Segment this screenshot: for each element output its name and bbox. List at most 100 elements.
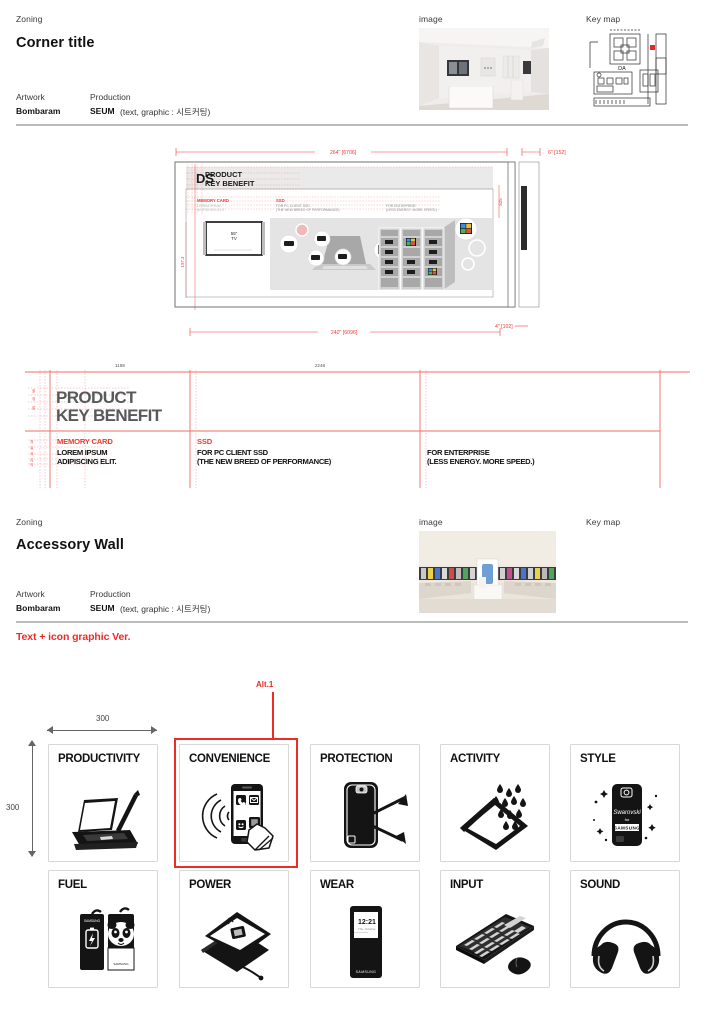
headphones-icon	[571, 897, 681, 987]
svg-text:18: 18	[30, 440, 34, 444]
svg-text:FOR PC CLIENT SSD: FOR PC CLIENT SSD	[197, 448, 269, 457]
svg-text:SAMSUNG: SAMSUNG	[113, 962, 129, 966]
artwork-value: Bombaram	[16, 106, 61, 116]
height-dimension-arrow-bottom	[28, 851, 36, 857]
width-dimension-arrow-left	[47, 726, 53, 734]
svg-text:264" [6706]: 264" [6706]	[330, 150, 357, 156]
header-divider-2	[16, 621, 688, 623]
svg-text:SSD: SSD	[197, 437, 213, 446]
svg-text:2248: 2248	[315, 363, 326, 368]
sheet-header-corner-title: Zoning Corner title image Key map Artwor…	[0, 0, 710, 126]
svg-text:SAMSUNG: SAMSUNG	[356, 970, 377, 974]
svg-text:for: for	[625, 817, 630, 822]
svg-text:MEMORY CARD: MEMORY CARD	[57, 437, 113, 446]
production-label-2: Production	[90, 589, 131, 599]
section-title: Text + icon graphic Ver.	[16, 631, 131, 643]
production-value-2: SEUM	[90, 603, 115, 613]
svg-text:40: 40	[32, 397, 36, 401]
svg-text:1188: 1188	[115, 363, 125, 368]
card-protection[interactable]: PROTECTION	[310, 744, 420, 862]
accessory-wall-photo	[419, 531, 556, 613]
svg-text:20: 20	[30, 458, 34, 462]
waterproof-phone-drops-icon	[441, 771, 551, 861]
image-label: image	[419, 14, 443, 24]
svg-text:SSD: SSD	[276, 198, 285, 203]
svg-text:SAMSUNG: SAMSUNG	[614, 826, 640, 831]
svg-text:95: 95	[32, 389, 36, 393]
page-title-2: Accessory Wall	[16, 537, 125, 553]
alt-callout-label: Alt.1	[256, 680, 274, 689]
keymap-label-2: Key map	[586, 517, 621, 527]
svg-text:197.3: 197.3	[180, 256, 185, 268]
svg-text:40: 40	[30, 446, 34, 450]
typography-spec-band: 1188 2248 95 40 95 18 40 16 20 15 PRODUC…	[0, 358, 710, 493]
card-label: CONVENIENCE	[189, 753, 271, 765]
zoning-photo	[419, 28, 549, 110]
card-label: ACTIVITY	[450, 753, 500, 765]
svg-text:12:21: 12:21	[358, 919, 376, 926]
keymap-da-label: DA	[618, 66, 626, 72]
battery-pack-panda-icon: SAMSUNG SAMSUNG	[49, 897, 159, 987]
artwork-label-2: Artwork	[16, 589, 45, 599]
production-note-2: (text, graphic : 시트커팅)	[120, 604, 211, 614]
card-label: POWER	[189, 879, 231, 891]
svg-text:SAMSUNG: SAMSUNG	[84, 919, 101, 923]
card-activity[interactable]: ACTIVITY	[440, 744, 550, 862]
svg-text:MEMORY CARD: MEMORY CARD	[197, 198, 229, 203]
production-label: Production	[90, 92, 131, 102]
card-label: SOUND	[580, 879, 621, 891]
card-label: WEAR	[320, 879, 354, 891]
phone-nfc-tap-icon	[180, 771, 290, 861]
svg-text:Thu, October: Thu, October	[358, 927, 376, 931]
header-divider	[16, 124, 688, 126]
elevation-drawing-svg: 264" [6706] 6" [152] 240" [6096] 4" [102…	[174, 147, 566, 337]
svg-text:(THE NEW BREED OF PERFORMANCE): (THE NEW BREED OF PERFORMANCE)	[276, 208, 339, 212]
svg-text:LOREM IPSUM: LOREM IPSUM	[57, 448, 107, 457]
card-power[interactable]: POWER	[179, 870, 289, 988]
svg-text:(LESS ENERGY. MORE SPEED.): (LESS ENERGY. MORE SPEED.)	[427, 457, 535, 466]
card-convenience[interactable]: CONVENIENCE	[179, 744, 289, 862]
svg-text:FOR ENTERPRISE: FOR ENTERPRISE	[427, 448, 490, 457]
zoning-label: Zoning	[16, 14, 43, 24]
tablet-keyboard-stylus-icon	[49, 771, 159, 861]
svg-text:ADIPISCING ELIT.: ADIPISCING ELIT.	[57, 457, 117, 466]
card-productivity[interactable]: PRODUCTIVITY	[48, 744, 158, 862]
svg-text:Swarovski: Swarovski	[613, 810, 641, 816]
width-dimension-arrow-right	[151, 726, 157, 734]
elevation-drawing: 264" [6706] 6" [152] 240" [6096] 4" [102…	[0, 140, 710, 350]
wireless-charging-pad-icon	[180, 897, 290, 987]
svg-text:PRODUCT: PRODUCT	[56, 388, 137, 407]
card-style[interactable]: STYLE Swarovski for SAMSUNG	[570, 744, 680, 862]
sheet-header-accessory-wall: Zoning Accessory Wall image Key map Artw…	[0, 505, 710, 623]
card-wear[interactable]: WEAR 12:21 Thu, October SAMSUNG	[310, 870, 420, 988]
page-title: Corner title	[16, 35, 95, 51]
svg-text:KEY BENEFIT: KEY BENEFIT	[56, 406, 163, 425]
card-label: INPUT	[450, 879, 484, 891]
image-label-2: image	[419, 517, 443, 527]
svg-text:4" [102]: 4" [102]	[495, 324, 513, 330]
keyboard-mouse-icon	[441, 897, 551, 987]
svg-text:(THE NEW BREED OF PERFORMANCE): (THE NEW BREED OF PERFORMANCE)	[197, 457, 332, 466]
height-dimension-arrow-top	[28, 740, 36, 746]
keymap-label: Key map	[586, 14, 621, 24]
svg-text:6" [152]: 6" [152]	[548, 150, 566, 156]
swarovski-phone-cover-icon: Swarovski for SAMSUNG	[571, 771, 681, 861]
svg-text:(LESS ENERGY. MORE SPEED.): (LESS ENERGY. MORE SPEED.)	[386, 208, 437, 212]
card-label: PROTECTION	[320, 753, 393, 765]
card-input[interactable]: INPUT	[440, 870, 550, 988]
height-dimension-line	[32, 743, 33, 856]
svg-text:ADIPISCING ELIT.: ADIPISCING ELIT.	[197, 208, 225, 212]
svg-text:95: 95	[32, 406, 36, 410]
card-fuel[interactable]: FUEL SAMSUNG SAMSUNG	[48, 870, 158, 988]
card-sound[interactable]: SOUND	[570, 870, 680, 988]
svg-text:PRODUCT: PRODUCT	[205, 170, 243, 179]
card-label: FUEL	[58, 879, 87, 891]
artwork-label: Artwork	[16, 92, 45, 102]
alt-callout-leader	[272, 692, 274, 740]
svg-text:15: 15	[30, 463, 34, 467]
rugged-case-arrow-icon	[311, 771, 421, 861]
svg-text:TV: TV	[231, 236, 237, 241]
card-label: STYLE	[580, 753, 616, 765]
card-label: PRODUCTIVITY	[58, 753, 141, 765]
production-value: SEUM	[90, 106, 115, 116]
